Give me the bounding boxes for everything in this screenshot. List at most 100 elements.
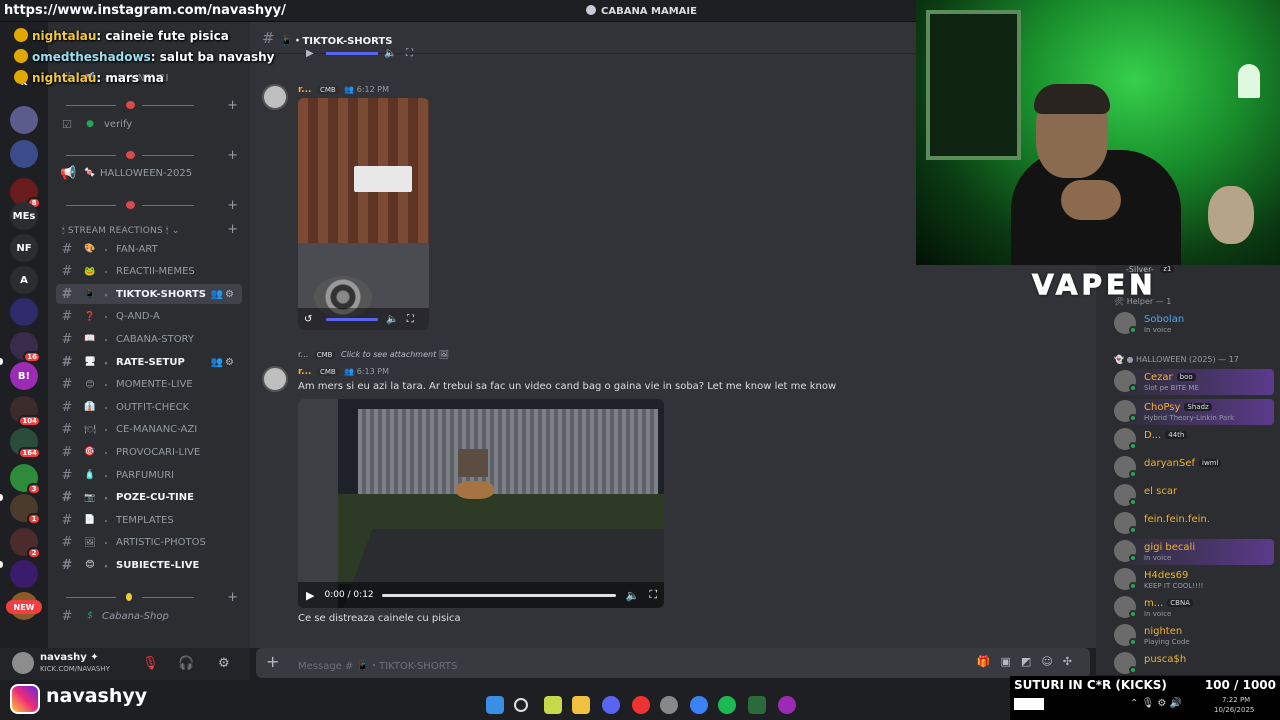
server-icon[interactable]: 104: [10, 396, 41, 427]
reply-preview[interactable]: r... CMB Click to see attachment 🖼: [298, 350, 449, 359]
apps-icon[interactable]: ✣: [1063, 655, 1082, 668]
member-item[interactable]: Cezar boo Slot pe BITE ME: [1114, 369, 1274, 395]
progress-bar[interactable]: [381, 593, 616, 597]
channel-item[interactable]: # 😊 ・ SUBIECTE-LIVE: [56, 555, 242, 575]
status-indicator: [1129, 326, 1137, 334]
server-icon[interactable]: [10, 298, 38, 326]
server-icon[interactable]: [10, 140, 38, 168]
channel-settings-icons[interactable]: 👥⚙: [211, 357, 236, 368]
server-icon[interactable]: 3: [10, 464, 41, 495]
channel-item[interactable]: # 🖼 ・ ARTISTIC-PHOTOS: [56, 533, 242, 553]
fullscreen-icon[interactable]: ⛶: [649, 588, 657, 602]
category-stream-reactions[interactable]: 🕯 STREAM REACTIONS 🕯 ⌄: [62, 226, 180, 236]
add-channel-icon[interactable]: +: [227, 222, 238, 237]
volume-icon[interactable]: 🔈: [384, 48, 396, 59]
fullscreen-icon[interactable]: ⛶: [406, 48, 413, 59]
channel-halloween[interactable]: 📢 🍬 HALLOWEEN-2025: [56, 163, 242, 183]
member-item[interactable]: fein.fein.fein.: [1114, 511, 1274, 537]
member-item[interactable]: el scar: [1114, 483, 1274, 509]
fullscreen-icon[interactable]: ⛶: [407, 314, 414, 325]
member-item[interactable]: m... CBNA In voice: [1114, 595, 1274, 621]
browser-icon[interactable]: [690, 696, 708, 714]
member-item[interactable]: gigi becali In voice: [1114, 539, 1274, 565]
play-icon[interactable]: ▶: [306, 48, 314, 59]
member-item[interactable]: pusca$h: [1114, 651, 1274, 677]
avatar[interactable]: [12, 652, 34, 674]
channel-item[interactable]: # 📖 ・ CABANA-STORY: [56, 329, 242, 349]
progress-bar[interactable]: [326, 52, 378, 55]
clock-time[interactable]: 7:22 PM: [1222, 696, 1250, 704]
message-input[interactable]: Message # 📱・TIKTOK-SHORTS: [298, 657, 457, 672]
member-item[interactable]: Sobolan In voice: [1114, 311, 1274, 337]
server-icon[interactable]: 16: [10, 332, 41, 363]
emoji-icon[interactable]: ☺: [1041, 655, 1062, 668]
server-icon[interactable]: B!: [10, 362, 38, 390]
author-name[interactable]: r...: [298, 85, 311, 95]
message-composer[interactable]: + Message # 📱・TIKTOK-SHORTS 🎁▣◩☺✣: [256, 648, 1090, 678]
server-icon[interactable]: [10, 106, 38, 134]
search-icon[interactable]: [514, 698, 528, 712]
member-activity: In voice: [1144, 326, 1172, 334]
channel-item[interactable]: # 😊 ・ MOMENTE-LIVE: [56, 375, 242, 395]
channel-item[interactable]: # 📷 ・ POZE-CU-TINE: [56, 488, 242, 508]
add-channel-icon[interactable]: +: [227, 590, 238, 605]
video-attachment[interactable]: ▶ 0:00 / 0:12 🔈 ⛶: [298, 399, 664, 608]
channel-item[interactable]: # 🖥 ・ RATE-SETUP 👥⚙: [56, 352, 242, 372]
app-icon[interactable]: [778, 696, 796, 714]
gift-icon[interactable]: 🎁: [977, 655, 1001, 668]
member-item[interactable]: daryanSef iwml: [1114, 455, 1274, 481]
server-icon[interactable]: NF: [10, 234, 38, 262]
play-icon[interactable]: ▶: [306, 589, 314, 602]
deafen-icon[interactable]: 🎧: [178, 656, 194, 671]
channel-item[interactable]: # 🎨 ・ FAN-ART: [56, 239, 242, 259]
folder-icon[interactable]: [572, 696, 590, 714]
replay-icon[interactable]: ↺: [304, 314, 312, 325]
volume-icon[interactable]: 🔈: [626, 589, 640, 602]
clock-date[interactable]: 10/26/2025: [1214, 706, 1254, 714]
server-icon[interactable]: 164: [10, 428, 41, 459]
member-item[interactable]: H4des69 KEEP IT COOL!!!!: [1114, 567, 1274, 593]
server-icon[interactable]: [10, 560, 38, 588]
spotify-icon[interactable]: [718, 696, 736, 714]
channel-cabana-shop[interactable]: # $ Cabana-Shop: [56, 606, 242, 626]
progress-bar[interactable]: [326, 317, 379, 321]
channel-item[interactable]: # 📱 ・ TIKTOK-SHORTS 👥⚙: [56, 284, 242, 305]
notepad-icon[interactable]: [544, 696, 562, 714]
video-attachment[interactable]: ↺ 🔈 ⛶: [298, 98, 429, 330]
add-channel-icon[interactable]: +: [227, 198, 238, 213]
sticker-icon[interactable]: ◩: [1021, 655, 1041, 668]
channel-item[interactable]: # 🍽 ・ CE-MANANC-AZI: [56, 420, 242, 440]
start-icon[interactable]: [486, 696, 504, 714]
avatar[interactable]: [262, 366, 288, 392]
excel-icon[interactable]: [748, 696, 766, 714]
server-icon[interactable]: A: [10, 266, 38, 294]
channel-item[interactable]: # 👔 ・ OUTFIT-CHECK: [56, 397, 242, 417]
youtube-icon[interactable]: [632, 696, 650, 714]
gif-icon[interactable]: ▣: [1001, 655, 1021, 668]
server-icon[interactable]: 2: [10, 528, 41, 559]
channel-item[interactable]: # ❓ ・ Q-AND-A: [56, 307, 242, 327]
tray-icons[interactable]: ⌃ 🎙 ⚙ 🔊: [1130, 698, 1182, 709]
channel-item[interactable]: # 🎯 ・ PROVOCARI-LIVE: [56, 442, 242, 462]
new-badge[interactable]: NEW: [6, 600, 42, 614]
volume-icon[interactable]: 🔈: [386, 314, 398, 325]
server-icon[interactable]: MEs: [10, 202, 38, 230]
channel-item[interactable]: # 🧴 ・ PARFUMURI: [56, 465, 242, 485]
channel-item[interactable]: # 🐸 ・ REACTII-MEMES: [56, 262, 242, 282]
member-item[interactable]: D... 44th: [1114, 427, 1274, 453]
mute-icon[interactable]: 🎙: [142, 656, 159, 671]
member-item[interactable]: nighten Playing Code: [1114, 623, 1274, 649]
discord-icon[interactable]: [602, 696, 620, 714]
server-icon[interactable]: 1: [10, 494, 41, 525]
add-attachment-icon[interactable]: +: [266, 652, 279, 671]
add-channel-icon[interactable]: +: [227, 98, 238, 113]
member-item[interactable]: ChoPsy Shadz Hybrid Theory-Linkin Park: [1114, 399, 1274, 425]
obs-icon[interactable]: [660, 696, 678, 714]
channel-verify[interactable]: ☑ ● verify: [56, 114, 242, 134]
author-name[interactable]: r...: [298, 367, 311, 377]
channel-item[interactable]: # 📄 ・ TEMPLATES: [56, 510, 242, 530]
channel-separator: ・: [101, 539, 111, 551]
add-channel-icon[interactable]: +: [227, 148, 238, 163]
channel-settings-icons[interactable]: 👥⚙: [211, 289, 236, 300]
gear-icon[interactable]: ⚙: [218, 656, 230, 671]
